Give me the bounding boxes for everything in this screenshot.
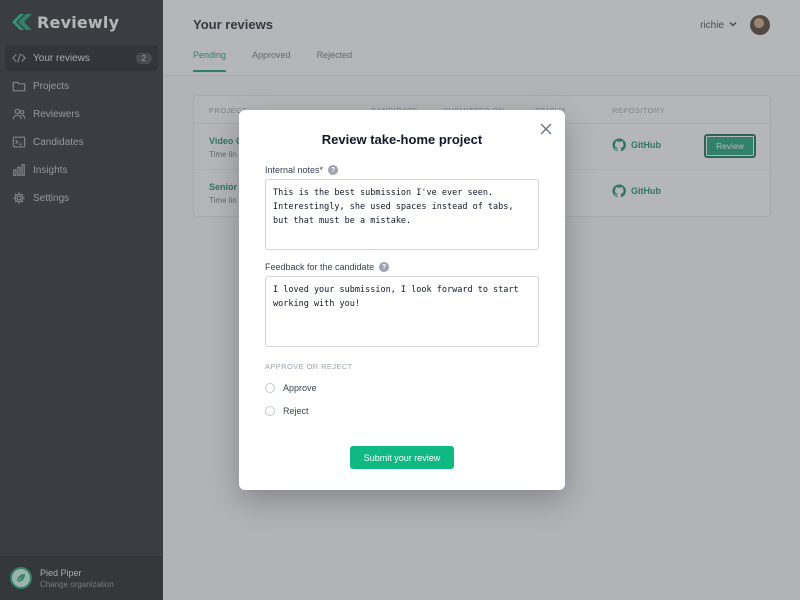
internal-notes-label-text: Internal notes* — [265, 165, 324, 175]
reject-radio[interactable] — [265, 406, 275, 416]
internal-notes-label: Internal notes* ? — [265, 165, 339, 175]
review-modal: Review take-home project Internal notes*… — [239, 110, 565, 490]
approve-radio[interactable] — [265, 383, 275, 393]
help-icon[interactable]: ? — [379, 262, 390, 272]
close-icon — [540, 123, 552, 135]
approve-label: Approve — [283, 383, 317, 393]
modal-title: Review take-home project — [321, 132, 483, 147]
approve-reject-heading: APPROVE OR REJECT — [265, 362, 353, 371]
close-button[interactable] — [539, 122, 553, 136]
feedback-label: Feedback for the candidate ? — [265, 262, 390, 272]
reject-option[interactable]: Reject — [265, 406, 309, 416]
feedback-field[interactable]: I loved your submission, I look forward … — [265, 276, 539, 347]
internal-notes-field[interactable]: This is the best submission I've ever se… — [265, 179, 539, 250]
help-icon[interactable]: ? — [328, 165, 339, 175]
approve-option[interactable]: Approve — [265, 383, 317, 393]
submit-review-button[interactable]: Submit your review — [350, 446, 454, 469]
reject-label: Reject — [283, 406, 309, 416]
feedback-label-text: Feedback for the candidate — [265, 262, 375, 272]
